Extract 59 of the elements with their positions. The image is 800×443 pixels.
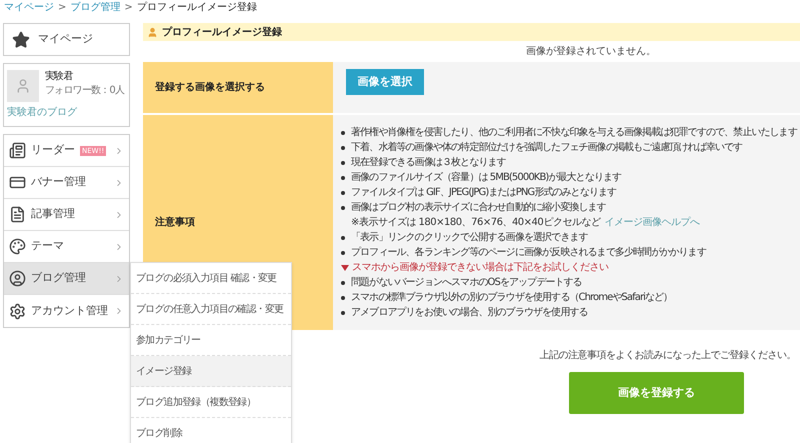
confirm-text: 上記の注意事項をよくお読みになった上でご登録ください。 bbox=[540, 348, 796, 363]
form-label: 登録する画像を選択する bbox=[143, 62, 333, 113]
note-text: 現在登録できる画像は３枚となります bbox=[351, 156, 506, 170]
user-icon bbox=[9, 270, 26, 287]
note-text: スマホの標準ブラウザ以外の別のブラウザを使用する（ChromeやSafariなど） bbox=[351, 290, 672, 305]
bullet-icon bbox=[341, 236, 345, 240]
newspaper-icon bbox=[9, 142, 26, 159]
palette-icon bbox=[9, 238, 26, 255]
bullet-icon bbox=[341, 281, 345, 285]
note-text: 問題がないバージョンへスマホのOSをアップデートする bbox=[351, 276, 582, 290]
bullet-icon bbox=[341, 146, 345, 150]
document-icon bbox=[9, 206, 26, 223]
menu-label: アカウント管理 bbox=[31, 302, 108, 319]
warning-text: スマホから画像が登録できない場合は下記をお試しください bbox=[352, 260, 608, 275]
submenu-item[interactable]: 参加カテゴリー bbox=[131, 325, 291, 356]
bullet-icon bbox=[341, 176, 345, 180]
note-text: ファイルタイプは GIF、JPEG(JPG)またはPNG形式のみとなります bbox=[351, 186, 616, 200]
breadcrumb-link[interactable]: マイページ bbox=[4, 0, 54, 15]
gear-icon bbox=[9, 302, 26, 320]
note-text: ※表示サイズは 180×180、76×76、40×40ピクセルなど bbox=[351, 216, 600, 230]
bullet-icon bbox=[341, 251, 345, 255]
note-text: 画像のファイルサイズ（容量）は 5MB(5000KB)が最大となります bbox=[351, 170, 622, 185]
bullet-icon bbox=[341, 311, 345, 315]
menu-item[interactable]: ブログ管理 bbox=[4, 263, 129, 295]
menu-label: リーダー bbox=[31, 142, 75, 158]
breadcrumb-separator: > bbox=[124, 1, 133, 15]
submenu-item[interactable]: ブログ追加登録（複数登録） bbox=[131, 387, 291, 418]
follower-count: フォロワー数：0人 bbox=[45, 84, 124, 98]
bullet-icon bbox=[341, 191, 345, 195]
menu-label: バナー管理 bbox=[31, 174, 86, 190]
note-text: プロフィール、各ランキング等のページに画像が反映されるまで多少時間がかかります bbox=[351, 246, 706, 260]
note-text: アメブロアプリをお使いの場合、別のブラウザを使用する bbox=[351, 306, 588, 320]
star-icon bbox=[12, 30, 30, 48]
profile-name: 実験君 bbox=[45, 70, 74, 84]
card-icon bbox=[9, 174, 26, 191]
bullet-icon bbox=[341, 206, 345, 210]
menu-label: ブログ管理 bbox=[31, 270, 86, 286]
note-text: 著作権や肖像権を侵害したり、他のご利用者に不快な印象を与える画像掲載は犯罪ですので、禁止いたします bbox=[351, 126, 797, 140]
person-icon bbox=[147, 26, 158, 38]
triangle-icon bbox=[341, 264, 349, 270]
bullet-icon bbox=[341, 296, 345, 300]
breadcrumb-separator: > bbox=[58, 1, 66, 15]
submenu-item[interactable]: ブログの任意入力項目の確認・変更 bbox=[131, 294, 291, 325]
breadcrumb-current: プロフィールイメージ登録 bbox=[136, 0, 257, 15]
note-text: 画像はブログ村の表示サイズに合わせ自動的に縮小変換します bbox=[351, 200, 606, 215]
avatar-placeholder bbox=[7, 70, 39, 102]
status-text: 画像が登録されていません。 bbox=[526, 45, 656, 59]
bullet-icon bbox=[341, 161, 345, 165]
mypage-link[interactable]: マイページ bbox=[3, 23, 130, 56]
page-title: プロフィールイメージ登録 bbox=[162, 25, 282, 40]
bullet-icon bbox=[341, 131, 345, 135]
menu-label: 記事管理 bbox=[31, 206, 75, 222]
submenu-item[interactable]: ブログの必須入力項目 確認・変更 bbox=[131, 263, 291, 294]
submenu-item[interactable]: イメージ登録 bbox=[131, 356, 291, 387]
note-text: 「表示」リンクのクリックで公開する画像を選択できます bbox=[351, 230, 588, 245]
menu-label: テーマ bbox=[31, 238, 64, 254]
submenu-item[interactable]: ブログ削除 bbox=[131, 418, 291, 443]
note-text: 下着、水着等の画像や体の特定部位だけを強調したフェチ画像の掲載もご遠慮頂ければ幸いです bbox=[351, 140, 742, 155]
breadcrumb-link[interactable]: ブログ管理 bbox=[70, 0, 120, 15]
